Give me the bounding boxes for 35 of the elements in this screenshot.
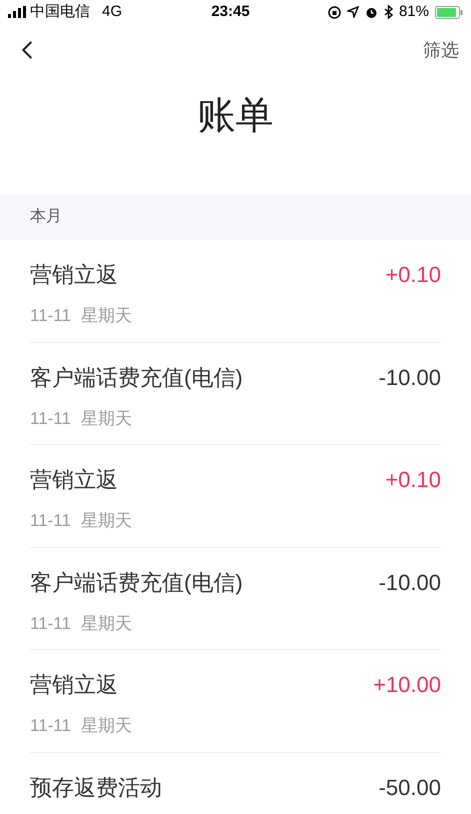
location-icon [346, 6, 359, 18]
bill-weekday: 星期天 [80, 715, 132, 737]
bill-name: 预存返费活动 [30, 774, 162, 802]
battery-icon [435, 6, 463, 18]
bill-amount: -10.00 [378, 364, 441, 392]
bluetooth-icon [384, 5, 393, 19]
bill-weekday: 星期天 [80, 408, 132, 430]
bill-date: 11-11 [30, 408, 71, 430]
bill-date: 11-11 [30, 510, 71, 532]
bill-name: 客户端话费充值(电信) [30, 364, 243, 392]
bill-name: 营销立返 [30, 466, 118, 494]
bill-weekday: 星期天 [80, 612, 132, 634]
bill-date: 11-11 [30, 715, 71, 737]
bill-date: 11-11 [30, 612, 71, 634]
section-header: 本月 [0, 194, 471, 240]
bill-name: 营销立返 [30, 671, 118, 699]
alarm-icon [364, 6, 378, 18]
bill-date: 11-11 [30, 305, 71, 327]
carrier-name: 中国电信 [30, 2, 90, 22]
rotation-lock-icon [328, 6, 341, 18]
network-type: 4G [102, 2, 122, 22]
bill-amount: +10.00 [373, 671, 441, 699]
bill-amount: -10.00 [378, 568, 441, 596]
signal-icon [8, 6, 26, 18]
status-time: 23:45 [211, 2, 250, 22]
bill-name: 客户端话费充值(电信) [30, 568, 243, 596]
bill-amount: +0.10 [385, 261, 441, 289]
bill-name: 营销立返 [30, 261, 118, 289]
filter-button[interactable]: 筛选 [423, 36, 459, 64]
bill-weekday: 星期天 [80, 305, 132, 327]
bill-weekday: 星期天 [80, 510, 132, 532]
battery-percent: 81% [398, 2, 429, 22]
bill-amount: -50.00 [378, 774, 441, 802]
page-title: 账单 [198, 94, 274, 139]
bill-amount: +0.10 [385, 466, 441, 494]
